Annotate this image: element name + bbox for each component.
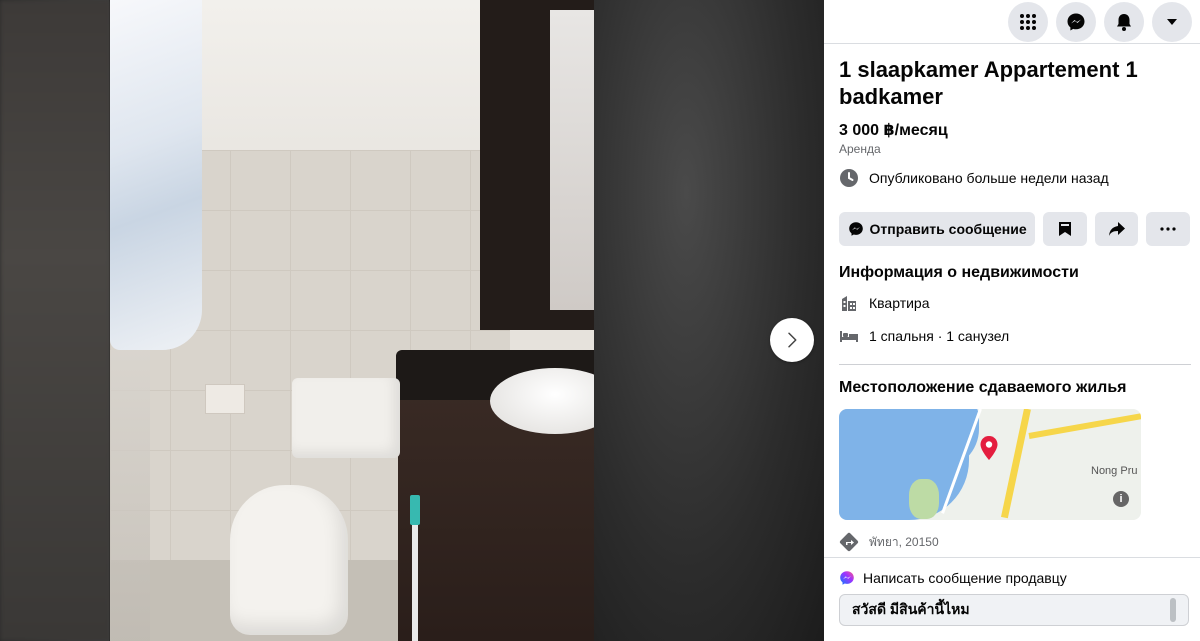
- building-icon: [842, 295, 856, 311]
- listing-photo: [110, 0, 594, 641]
- property-type-row: Квартира: [839, 286, 1190, 319]
- seller-message-section: Написать сообщение продавцу สวัสดี มีสิน…: [824, 557, 1200, 641]
- bookmark-icon: [1059, 222, 1071, 236]
- listing-price: 3 000 ฿/месяц: [839, 122, 948, 139]
- send-message-button[interactable]: Отправить сообщение: [839, 212, 1036, 246]
- account-menu-button[interactable]: [1152, 1, 1192, 42]
- messenger-color-icon: [840, 571, 854, 585]
- listing-type: Аренда: [839, 142, 881, 156]
- messenger-icon: [1067, 13, 1085, 30]
- property-info-heading: Информация о недвижимости: [839, 264, 1079, 281]
- seller-message-heading-row: Написать сообщение продавцу: [839, 570, 1190, 586]
- seller-message-text: สวัสดี มีสินค้านี้ไหม: [852, 601, 970, 617]
- more-icon: [1160, 227, 1176, 231]
- photo-blur-left: [0, 0, 110, 641]
- posted-time-row: Опубликовано больше недели назад: [839, 168, 1190, 188]
- seller-message-input[interactable]: สวัสดี มีสินค้านี้ไหม: [839, 594, 1189, 626]
- save-button[interactable]: [1043, 212, 1087, 246]
- messenger-icon: [848, 222, 863, 236]
- map-place-label: Nong Pru: [1091, 465, 1138, 477]
- listing-details-panel: 1 slaapkamer Appartement 1 badkamer 3 00…: [824, 0, 1200, 641]
- property-type-text: Квартира: [869, 294, 930, 311]
- section-divider: [839, 364, 1191, 365]
- listing-title: 1 slaapkamer Appartement 1 badkamer: [839, 57, 1138, 109]
- more-options-button[interactable]: [1146, 212, 1190, 246]
- location-map[interactable]: Nong Pru i: [839, 409, 1141, 520]
- notifications-button[interactable]: [1104, 1, 1144, 42]
- map-info-icon[interactable]: i: [1113, 491, 1129, 507]
- share-button[interactable]: [1094, 212, 1139, 246]
- apps-grid-button[interactable]: [1008, 1, 1048, 42]
- posted-time-text: Опубликовано больше недели назад: [869, 170, 1109, 186]
- next-photo-button[interactable]: [770, 318, 814, 362]
- send-message-label: Отправить сообщение: [869, 221, 1027, 237]
- photo-viewer: [0, 0, 824, 641]
- apps-grid-icon: [1020, 13, 1036, 30]
- notifications-icon: [1117, 13, 1131, 31]
- seller-message-heading: Написать сообщение продавцу: [863, 570, 1067, 586]
- address-row: พัทยา, 20150: [839, 532, 1190, 552]
- bed-icon: [840, 330, 858, 342]
- clock-icon: [840, 169, 858, 187]
- listing-content: 1 slaapkamer Appartement 1 badkamer 3 00…: [824, 44, 1200, 552]
- top-nav: [824, 0, 1200, 44]
- location-heading: Местоположение сдаваемого жилья: [839, 379, 1127, 396]
- rooms-text: 1 спальня · 1 санузел: [869, 327, 1010, 344]
- account-menu-icon: [1167, 18, 1177, 25]
- address-text: พัทยา, 20150: [869, 534, 939, 549]
- message-scrollbar[interactable]: [1170, 598, 1176, 622]
- map-pin-icon: [980, 436, 998, 460]
- listing-actions: Отправить сообщение: [839, 212, 1190, 246]
- rooms-row: 1 спальня · 1 санузел: [839, 319, 1190, 352]
- messenger-button[interactable]: [1056, 1, 1096, 42]
- chevron-right-icon: [788, 332, 797, 348]
- share-icon: [1108, 222, 1125, 236]
- directions-icon: [839, 532, 859, 552]
